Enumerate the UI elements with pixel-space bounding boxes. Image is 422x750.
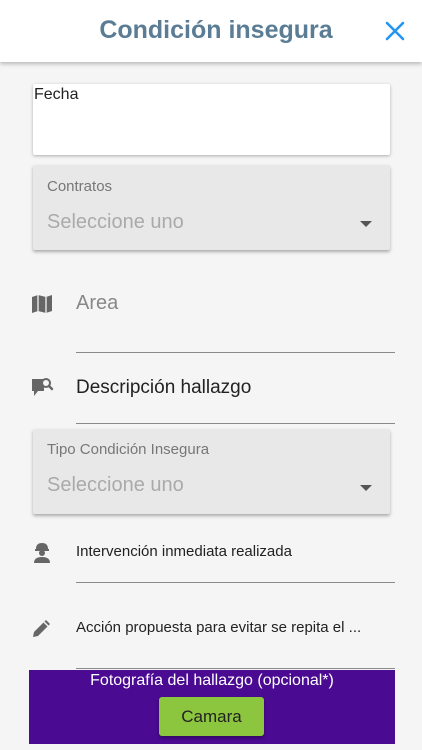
accion-label: Acción propuesta para evitar se repita e… bbox=[76, 619, 362, 636]
worker-icon bbox=[34, 543, 50, 563]
page-title: Condición insegura bbox=[99, 16, 333, 44]
area-label: Area bbox=[76, 292, 119, 314]
photo-section: Fotografía del hallazgo (opcional*) Cama… bbox=[29, 670, 395, 744]
intervencion-label: Intervención inmediata realizada bbox=[76, 543, 292, 560]
tipo-condicion-select[interactable]: Tipo Condición Insegura Seleccione uno bbox=[33, 429, 390, 514]
pencil-icon bbox=[33, 620, 50, 637]
photo-title: Fotografía del hallazgo (opcional*) bbox=[90, 672, 334, 689]
descripcion-label: Descripción hallazgo bbox=[76, 377, 252, 398]
tipo-condicion-value: Seleccione uno bbox=[47, 474, 184, 496]
area-underline[interactable] bbox=[76, 352, 395, 353]
fecha-field[interactable]: Fecha bbox=[33, 84, 390, 155]
contratos-value: Seleccione uno bbox=[47, 211, 184, 233]
accion-underline[interactable] bbox=[76, 668, 395, 669]
contratos-select[interactable]: Contratos Seleccione uno bbox=[33, 165, 390, 250]
dropdown-arrow-icon bbox=[360, 221, 372, 227]
intervencion-underline[interactable] bbox=[76, 582, 395, 583]
fecha-label: Fecha bbox=[34, 86, 79, 103]
close-icon[interactable] bbox=[383, 18, 407, 44]
contratos-label: Contratos bbox=[47, 178, 113, 195]
camera-button[interactable]: Camara bbox=[159, 697, 264, 736]
app-header: Condición insegura bbox=[0, 0, 422, 62]
dropdown-arrow-icon bbox=[360, 485, 372, 491]
map-icon bbox=[32, 295, 52, 313]
comment-search-icon bbox=[32, 378, 54, 396]
tipo-condicion-label: Tipo Condición Insegura bbox=[47, 441, 210, 458]
descripcion-underline[interactable] bbox=[76, 423, 395, 424]
